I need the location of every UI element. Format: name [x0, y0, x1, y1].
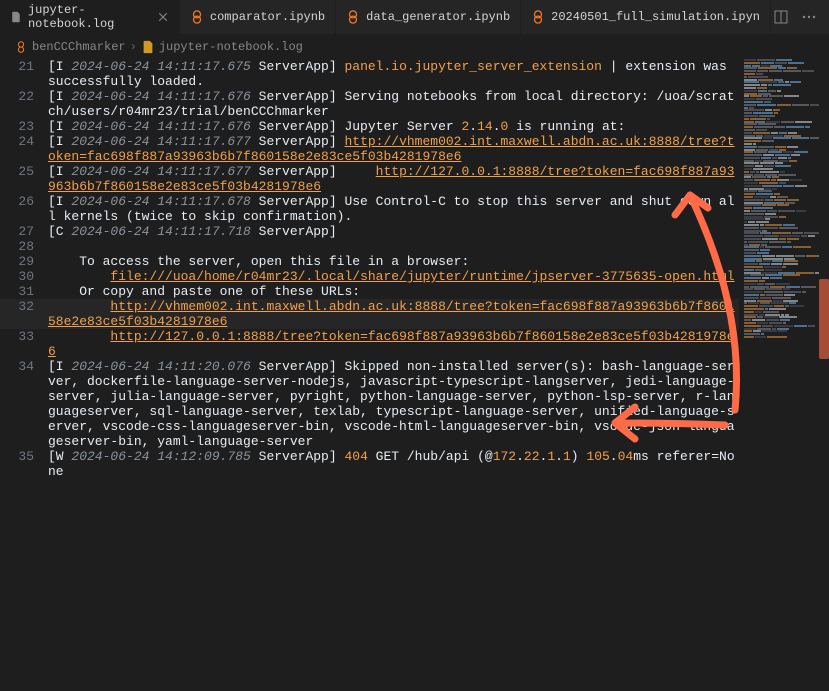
- code-line: 24[I 2024-06-24 14:11:17.677 ServerApp] …: [0, 134, 739, 164]
- line-number: 28: [0, 239, 48, 254]
- line-number: 25: [0, 164, 48, 194]
- line-number: 22: [0, 89, 48, 119]
- line-content[interactable]: [I 2024-06-24 14:11:17.677 ServerApp] ht…: [48, 164, 739, 194]
- line-number: 23: [0, 119, 48, 134]
- line-number: 26: [0, 194, 48, 224]
- line-number: 30: [0, 269, 48, 284]
- url-link[interactable]: http://127.0.0.1:8888/tree?token=fac698f…: [48, 329, 735, 359]
- tab-jupyter-log[interactable]: jupyter-notebook.log: [0, 0, 180, 34]
- code-line: 34[I 2024-06-24 14:11:20.076 ServerApp] …: [0, 359, 739, 449]
- line-content[interactable]: http://127.0.0.1:8888/tree?token=fac698f…: [48, 329, 739, 359]
- code-line: 26[I 2024-06-24 14:11:17.678 ServerApp] …: [0, 194, 739, 224]
- editor: 21[I 2024-06-24 14:11:17.675 ServerApp] …: [0, 59, 829, 691]
- line-number: 32: [0, 299, 48, 329]
- tab-label: jupyter-notebook.log: [28, 3, 151, 31]
- line-number: 35: [0, 449, 48, 479]
- file-icon: [10, 10, 22, 24]
- code-line: 31 Or copy and paste one of these URLs:: [0, 284, 739, 299]
- line-content[interactable]: [I 2024-06-24 14:11:17.676 ServerApp] Ju…: [48, 119, 739, 134]
- code-line: 35[W 2024-06-24 14:12:09.785 ServerApp] …: [0, 449, 739, 479]
- scrollbar[interactable]: [819, 59, 829, 691]
- breadcrumb-separator: ›: [130, 40, 137, 54]
- split-editor-icon[interactable]: [771, 7, 791, 27]
- jupyter-icon: [190, 10, 204, 24]
- line-number: 34: [0, 359, 48, 449]
- line-content[interactable]: [I 2024-06-24 14:11:17.676 ServerApp] Se…: [48, 89, 739, 119]
- code-line: 23[I 2024-06-24 14:11:17.676 ServerApp] …: [0, 119, 739, 134]
- breadcrumb: benCCChmarker › jupyter-notebook.log: [0, 35, 829, 59]
- tab-simulation[interactable]: 20240501_full_simulation.ipyn: [521, 0, 771, 34]
- code-line: 27[C 2024-06-24 14:11:17.718 ServerApp]: [0, 224, 739, 239]
- scrollbar-thumb[interactable]: [819, 279, 829, 359]
- line-number: 33: [0, 329, 48, 359]
- code-line: 25[I 2024-06-24 14:11:17.677 ServerApp] …: [0, 164, 739, 194]
- code-line: 33 http://127.0.0.1:8888/tree?token=fac6…: [0, 329, 739, 359]
- tab-label: 20240501_full_simulation.ipyn: [551, 10, 760, 24]
- code-line: 29 To access the server, open this file …: [0, 254, 739, 269]
- line-content[interactable]: [C 2024-06-24 14:11:17.718 ServerApp]: [48, 224, 739, 239]
- line-content[interactable]: Or copy and paste one of these URLs:: [48, 284, 739, 299]
- line-content[interactable]: [I 2024-06-24 14:11:17.677 ServerApp] ht…: [48, 134, 739, 164]
- line-content[interactable]: [I 2024-06-24 14:11:17.678 ServerApp] Us…: [48, 194, 739, 224]
- code-line: 30 file:///uoa/home/r04mr23/.local/share…: [0, 269, 739, 284]
- line-content[interactable]: [48, 239, 739, 254]
- jupyter-icon: [346, 10, 360, 24]
- jupyter-icon: [531, 10, 545, 24]
- line-content[interactable]: file:///uoa/home/r04mr23/.local/share/ju…: [48, 269, 739, 284]
- close-icon[interactable]: [157, 10, 169, 24]
- line-content[interactable]: To access the server, open this file in …: [48, 254, 739, 269]
- code-line: 32 http://vhmem002.int.maxwell.abdn.ac.u…: [0, 299, 739, 329]
- line-number: 27: [0, 224, 48, 239]
- tab-comparator[interactable]: comparator.ipynb: [180, 0, 336, 34]
- tab-label: comparator.ipynb: [210, 10, 325, 24]
- line-number: 24: [0, 134, 48, 164]
- breadcrumb-folder[interactable]: benCCChmarker: [14, 40, 126, 54]
- line-number: 31: [0, 284, 48, 299]
- code-line: 21[I 2024-06-24 14:11:17.675 ServerApp] …: [0, 59, 739, 89]
- line-content[interactable]: http://vhmem002.int.maxwell.abdn.ac.uk:8…: [48, 299, 739, 329]
- code-line: 28: [0, 239, 739, 254]
- url-link[interactable]: http://vhmem002.int.maxwell.abdn.ac.uk:8…: [48, 299, 735, 329]
- line-content[interactable]: [I 2024-06-24 14:11:17.675 ServerApp] pa…: [48, 59, 739, 89]
- breadcrumb-file[interactable]: jupyter-notebook.log: [141, 40, 303, 54]
- tab-label: data_generator.ipynb: [366, 10, 510, 24]
- minimap[interactable]: [739, 59, 829, 691]
- code-area[interactable]: 21[I 2024-06-24 14:11:17.675 ServerApp] …: [0, 59, 739, 691]
- code-line: 22[I 2024-06-24 14:11:17.676 ServerApp] …: [0, 89, 739, 119]
- line-content[interactable]: [W 2024-06-24 14:12:09.785 ServerApp] 40…: [48, 449, 739, 479]
- tabs-bar: jupyter-notebook.log comparator.ipynb da…: [0, 0, 829, 35]
- more-actions-icon[interactable]: [799, 7, 819, 27]
- line-number: 21: [0, 59, 48, 89]
- line-number: 29: [0, 254, 48, 269]
- tab-data-generator[interactable]: data_generator.ipynb: [336, 0, 521, 34]
- line-content[interactable]: [I 2024-06-24 14:11:20.076 ServerApp] Sk…: [48, 359, 739, 449]
- url-link[interactable]: file:///uoa/home/r04mr23/.local/share/ju…: [110, 269, 734, 284]
